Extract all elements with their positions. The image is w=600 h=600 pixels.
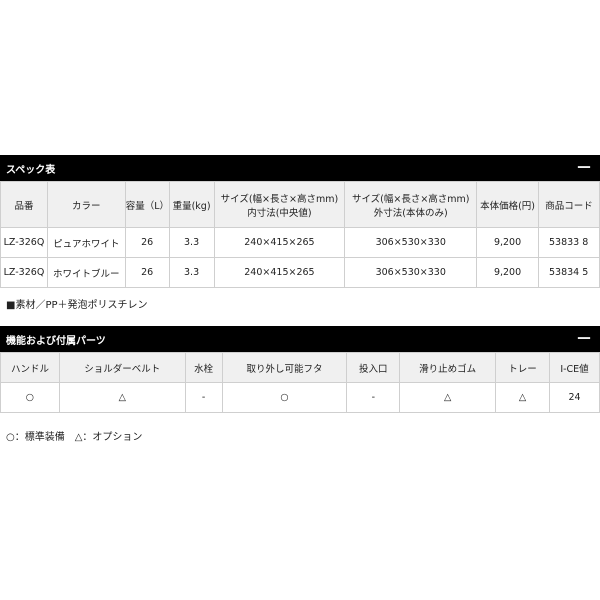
table-cell: 26: [124, 227, 170, 258]
header-cell: 水栓: [184, 352, 223, 383]
header-cell: カラー: [46, 181, 126, 228]
table-cell: 240×415×265: [213, 257, 346, 288]
parts-section-header[interactable]: 機能および付属パーツ －: [0, 326, 600, 352]
table-cell: 306×530×330: [344, 257, 478, 288]
spec-header-row: 品番 カラー 容量（L） 重量(kg) サイズ(幅×長さ×高さmm) 内寸法(中央…: [0, 181, 600, 228]
table-cell: △: [399, 382, 497, 413]
table-cell: 53833 8: [538, 227, 600, 258]
header-cell: ショルダーベルト: [58, 352, 186, 383]
spec-section-header[interactable]: スペック表 －: [0, 155, 600, 181]
legend-note: ○：標準装備 △：オプション: [6, 432, 143, 443]
header-cell: I-CE値: [549, 352, 600, 383]
table-cell: -: [346, 382, 401, 413]
header-cell: サイズ(幅×長さ×高さmm) 内寸法(中央値): [213, 181, 346, 228]
table-cell: 53834 5: [538, 257, 600, 288]
table-cell: LZ-326Q: [0, 257, 48, 288]
header-cell: ハンドル: [0, 352, 60, 383]
table-cell: ○: [0, 382, 60, 413]
table-row: ○ △ - ○ - △ △ 24: [0, 382, 600, 413]
header-cell: 商品コード: [538, 181, 600, 228]
table-cell: 26: [124, 257, 170, 288]
header-cell: 投入口: [346, 352, 401, 383]
table-cell: △: [495, 382, 550, 413]
spec-table: 品番 カラー 容量（L） 重量(kg) サイズ(幅×長さ×高さmm) 内寸法(中央…: [0, 181, 600, 288]
header-cell: 本体価格(円): [476, 181, 539, 228]
table-cell: 3.3: [168, 257, 215, 288]
table-cell: 9,200: [476, 257, 539, 288]
collapse-icon[interactable]: －: [576, 331, 592, 347]
table-cell: ホワイトブルー: [46, 257, 126, 288]
parts-table: ハンドル ショルダーベルト 水栓 取り外し可能フタ 投入口 滑り止めゴム トレー…: [0, 352, 600, 413]
table-row: LZ-326Q ピュアホワイト 26 3.3 240×415×265 306×5…: [0, 227, 600, 258]
table-cell: 3.3: [168, 227, 215, 258]
header-cell: 取り外し可能フタ: [221, 352, 348, 383]
table-row: LZ-326Q ホワイトブルー 26 3.3 240×415×265 306×5…: [0, 257, 600, 288]
table-cell: LZ-326Q: [0, 227, 48, 258]
spec-section-title: スペック表: [6, 164, 56, 176]
table-cell: 9,200: [476, 227, 539, 258]
parts-section-title: 機能および付属パーツ: [6, 335, 106, 347]
header-cell: サイズ(幅×長さ×高さmm) 外寸法(本体のみ): [344, 181, 478, 228]
header-cell: 品番: [0, 181, 48, 228]
table-cell: △: [58, 382, 186, 413]
header-cell: 重量(kg): [168, 181, 215, 228]
header-cell: トレー: [495, 352, 550, 383]
parts-header-row: ハンドル ショルダーベルト 水栓 取り外し可能フタ 投入口 滑り止めゴム トレー…: [0, 352, 600, 383]
material-note: ■素材／PP＋発泡ポリスチレン: [6, 300, 148, 311]
table-cell: 240×415×265: [213, 227, 346, 258]
table-cell: ○: [221, 382, 348, 413]
header-cell: 滑り止めゴム: [399, 352, 497, 383]
header-cell: 容量（L）: [124, 181, 170, 228]
table-cell: 306×530×330: [344, 227, 478, 258]
table-cell: -: [184, 382, 223, 413]
table-cell: 24: [549, 382, 600, 413]
table-cell: ピュアホワイト: [46, 227, 126, 258]
collapse-icon[interactable]: －: [576, 160, 592, 176]
